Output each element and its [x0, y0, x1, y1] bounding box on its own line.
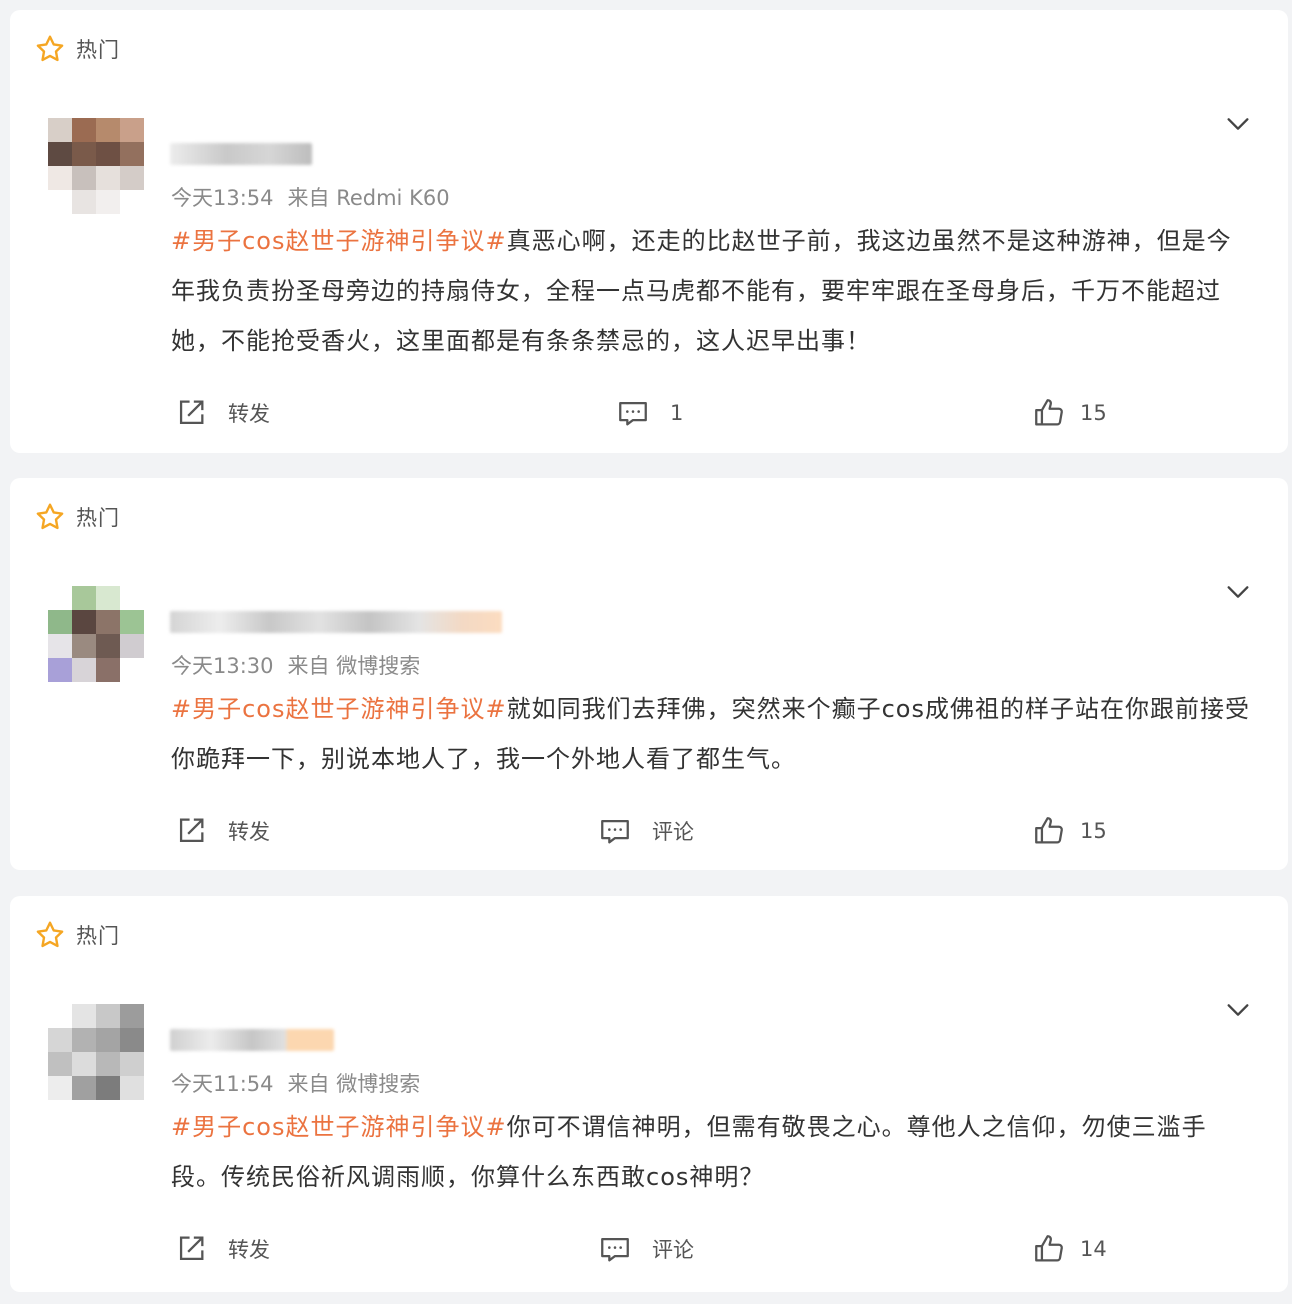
- comment-label: 1: [670, 401, 684, 425]
- forward-button[interactable]: 转发: [174, 811, 270, 851]
- hashtag-link[interactable]: #男子cos赵世子游神引争议#: [171, 695, 507, 723]
- star-icon: [36, 35, 64, 62]
- hot-badge: 热门: [34, 34, 120, 64]
- comment-meta: 今天13:30 来自 微博搜索: [171, 650, 420, 680]
- comment-time: 今天13:30: [171, 654, 274, 678]
- comment-source: 来自 微博搜索: [287, 1072, 421, 1096]
- hashtag-link[interactable]: #男子cos赵世子游神引争议#: [171, 1113, 507, 1141]
- forward-button[interactable]: 转发: [174, 393, 270, 433]
- like-button[interactable]: 15: [1032, 393, 1107, 433]
- hot-label: 热门: [76, 506, 120, 530]
- comment-time: 今天13:54: [171, 186, 274, 210]
- avatar[interactable]: [48, 118, 144, 214]
- hot-badge: 热门: [34, 502, 120, 532]
- comment-actions: 转发 1 15: [10, 393, 1288, 433]
- comment-icon: [601, 819, 629, 844]
- comment-meta: 今天13:54 来自 Redmi K60: [171, 182, 450, 212]
- share-icon: [179, 400, 204, 425]
- comment-meta: 今天11:54 来自 微博搜索: [171, 1068, 420, 1098]
- like-count: 15: [1080, 401, 1107, 425]
- comment-actions: 转发 评论 14: [10, 1229, 1288, 1269]
- comment-icon: [601, 1237, 629, 1262]
- forward-label: 转发: [228, 820, 270, 844]
- hot-label: 热门: [76, 38, 120, 62]
- username-blurred[interactable]: [170, 143, 312, 165]
- star-icon: [36, 503, 64, 530]
- comment-card: 热门 今天11:54 来自 微博搜索 #男子cos赵世子游神引争议#你可不谓信神明…: [10, 896, 1288, 1292]
- star-icon: [36, 921, 64, 948]
- avatar[interactable]: [48, 1004, 144, 1100]
- comment-card: 热门 今天13:30 来自 微博搜索 #男子cos赵世子游神引争议#就如同我们去拜…: [10, 478, 1288, 870]
- username-blurred[interactable]: [170, 611, 502, 633]
- comment-card: 热门 今天13:54 来自 Redmi K60 #男子cos赵世子游神引争议#真恶…: [10, 10, 1288, 453]
- comment-button[interactable]: 评论: [598, 1229, 694, 1269]
- forward-label: 转发: [228, 402, 270, 426]
- comment-time: 今天11:54: [171, 1072, 274, 1096]
- thumbs-up-icon: [1035, 1235, 1063, 1262]
- comment-label: 评论: [652, 820, 694, 844]
- chevron-down-icon[interactable]: [1224, 110, 1252, 138]
- username-blurred[interactable]: [170, 1029, 334, 1051]
- comment-button[interactable]: 1: [616, 393, 683, 433]
- comment-actions: 转发 评论 15: [10, 811, 1288, 851]
- hashtag-link[interactable]: #男子cos赵世子游神引争议#: [171, 227, 507, 255]
- chevron-down-icon[interactable]: [1224, 996, 1252, 1024]
- thumbs-up-icon: [1035, 399, 1063, 426]
- hot-badge: 热门: [34, 920, 120, 950]
- comment-label: 评论: [652, 1238, 694, 1262]
- chevron-down-icon[interactable]: [1224, 578, 1252, 606]
- hot-label: 热门: [76, 924, 120, 948]
- share-icon: [179, 1236, 204, 1261]
- comment-text: #男子cos赵世子游神引争议#你可不谓信神明，但需有敬畏之心。尊他人之信仰，勿使…: [171, 1102, 1251, 1202]
- forward-label: 转发: [228, 1238, 270, 1262]
- avatar[interactable]: [48, 586, 144, 682]
- comment-button[interactable]: 评论: [598, 811, 694, 851]
- comment-text: #男子cos赵世子游神引争议#就如同我们去拜佛，突然来个癫子cos成佛祖的样子站…: [171, 684, 1251, 784]
- forward-button[interactable]: 转发: [174, 1229, 270, 1269]
- comment-source: 来自 微博搜索: [287, 654, 421, 678]
- comment-source: 来自 Redmi K60: [287, 186, 450, 210]
- like-count: 15: [1080, 819, 1107, 843]
- like-button[interactable]: 15: [1032, 811, 1107, 851]
- like-count: 14: [1080, 1237, 1107, 1261]
- share-icon: [179, 818, 204, 843]
- like-button[interactable]: 14: [1032, 1229, 1107, 1269]
- thumbs-up-icon: [1035, 817, 1063, 844]
- comment-icon: [619, 401, 647, 426]
- comment-text: #男子cos赵世子游神引争议#真恶心啊，还走的比赵世子前，我这边虽然不是这种游神…: [171, 216, 1251, 366]
